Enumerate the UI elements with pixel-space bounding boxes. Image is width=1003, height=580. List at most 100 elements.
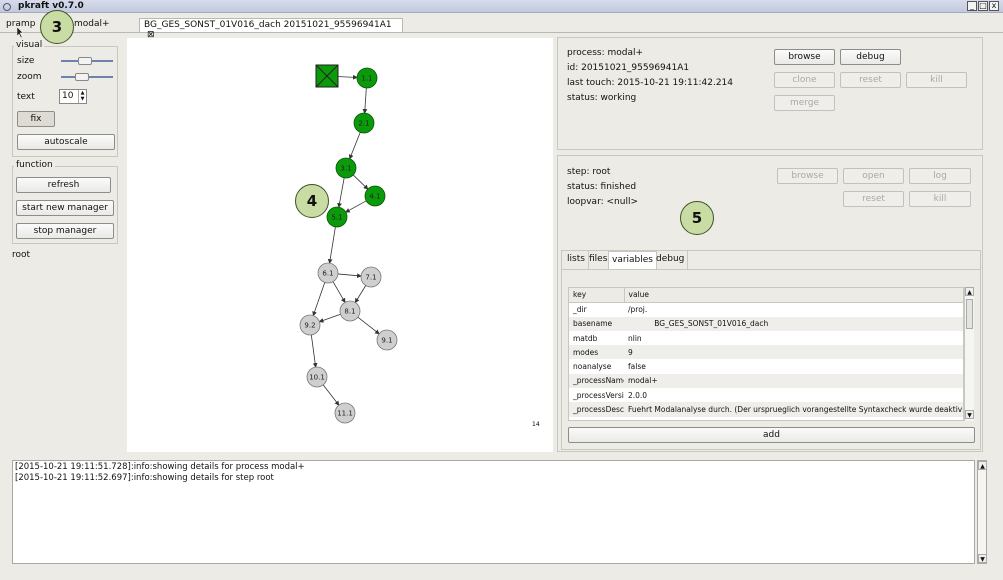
var-value: nlin [628, 333, 642, 343]
table-row[interactable]: _processDescriptionFuehrt Modalanalyse d… [569, 402, 963, 417]
selected-node-label: root [12, 250, 31, 260]
graph-edge [327, 226, 336, 264]
process-clone-button[interactable]: clone [774, 72, 835, 88]
table-row[interactable]: _processVersion 2.0.0 [569, 388, 963, 402]
log-scroll-up-icon[interactable]: ▲ [978, 461, 987, 470]
log-scrollbar[interactable]: ▲ ▼ [977, 460, 987, 564]
graph-node[interactable]: 3.1 [335, 157, 357, 179]
step-name: step: root [567, 167, 611, 177]
var-key: basename [569, 316, 624, 331]
step-open-button[interactable]: open [843, 168, 904, 184]
graph-node-label: 4.1 [369, 193, 380, 201]
add-variable-button[interactable]: add [568, 427, 975, 443]
var-value: 2.0.0 [628, 390, 648, 400]
graph-node[interactable]: 4.1 [364, 185, 386, 207]
graph-node[interactable]: 6.1 [317, 262, 339, 284]
step-reset-button[interactable]: reset [843, 191, 904, 207]
start-new-manager-button[interactable]: start new manager [16, 200, 114, 216]
step-browse-button[interactable]: browse [777, 168, 838, 184]
maximize-button[interactable]: □ [978, 1, 988, 11]
step-log-button[interactable]: log [909, 168, 971, 184]
process-tab-bar: pramp modal+ BG_GES_SONST_01V016_dach 20… [0, 16, 1003, 40]
graph-node-label: 5.1 [331, 214, 342, 222]
table-row[interactable]: _dir/proj. [569, 302, 963, 316]
column-header-value[interactable]: value [624, 288, 963, 303]
refresh-button[interactable]: refresh [16, 177, 111, 193]
graph-node-label: 6.1 [322, 270, 333, 278]
graph-node-label: 9.1 [381, 337, 392, 345]
graph-node[interactable]: 2.1 [353, 112, 375, 134]
table-row[interactable]: modes 9 [569, 345, 963, 360]
autoscale-button[interactable]: autoscale [17, 134, 115, 150]
process-merge-button[interactable]: merge [774, 95, 835, 111]
fix-button[interactable]: fix [17, 111, 55, 127]
graph-corner-label: 14 [532, 421, 540, 428]
tab-instance[interactable]: BG_GES_SONST_01V016_dach 20151021_955969… [139, 18, 403, 40]
scroll-up-icon[interactable]: ▲ [965, 287, 974, 296]
annotation-marker-4: 4 [295, 184, 329, 218]
table-row[interactable]: matdb nlin [569, 331, 963, 345]
graph-node[interactable]: 8.1 [339, 300, 361, 322]
tab-modal-plus[interactable]: modal+ [70, 18, 114, 32]
size-slider-knob[interactable] [78, 57, 93, 65]
log-output[interactable]: [2015-10-21 19:11:51.728]:info:showing d… [12, 460, 975, 564]
table-row[interactable]: noanalyse false [569, 359, 963, 373]
graph-node[interactable]: 9.2 [299, 314, 321, 336]
graph-node[interactable]: 5.1 [326, 206, 348, 228]
log-scroll-down-icon[interactable]: ▼ [978, 554, 987, 563]
spinner-arrows-icon[interactable]: ▲ ▼ [78, 90, 86, 103]
process-browse-button[interactable]: browse [774, 49, 835, 65]
process-graph[interactable]: 1.1 2.1 3.1 4.1 5.1 6.1 7.1 8.1 9.2 9.1 10.1 11.1 1… [127, 38, 553, 452]
tab-debug[interactable]: debug [653, 251, 689, 269]
graph-edge [318, 313, 341, 323]
process-details-panel: process: modal+ id: 20151021_95596941A1 … [557, 37, 983, 150]
app-icon [3, 3, 11, 11]
close-window-button[interactable]: x [989, 1, 999, 11]
step-tab-container: lists files variables debug key value _d… [561, 250, 981, 450]
table-row[interactable]: basename BG_GES_SONST_01V016_dach [569, 316, 963, 331]
graph-node-label: 9.2 [304, 322, 315, 330]
text-size-label: text [17, 92, 35, 102]
process-name: process: modal+ [567, 48, 644, 58]
function-group-label: function [14, 160, 55, 170]
process-reset-button[interactable]: reset [840, 72, 901, 88]
step-kill-button[interactable]: kill [909, 191, 971, 207]
graph-edge [337, 177, 345, 208]
column-header-key[interactable]: key [569, 288, 625, 303]
var-value: 9 [624, 345, 963, 360]
text-size-value: 10 [62, 91, 74, 101]
minimize-button[interactable]: _ [967, 1, 977, 11]
tab-variables[interactable]: variables [608, 251, 657, 269]
graph-node[interactable]: 10.1 [306, 366, 328, 388]
stop-manager-button[interactable]: stop manager [16, 223, 114, 239]
graph-root-node[interactable] [315, 64, 339, 88]
process-kill-button[interactable]: kill [906, 72, 967, 88]
graph-node[interactable]: 11.1 [334, 402, 356, 424]
process-debug-button[interactable]: debug [840, 49, 901, 65]
graph-node[interactable]: 9.1 [376, 329, 398, 351]
graph-edge [337, 273, 362, 279]
zoom-slider-knob[interactable] [75, 73, 90, 81]
window-title: pkraft v0.7.0 [18, 1, 84, 11]
process-graph-canvas[interactable]: 1.1 2.1 3.1 4.1 5.1 6.1 7.1 8.1 9.2 9.1 10.1 11.1 1… [127, 38, 553, 452]
variables-tab-panel: key value _dir/proj. basename BG_GES_SON… [562, 269, 980, 449]
annotation-marker-3: 3 [40, 10, 74, 44]
zoom-label: zoom [17, 72, 42, 82]
graph-edge [357, 316, 380, 335]
var-value: Fuehrt Modalanalyse durch. (Der ursprueg… [624, 402, 963, 417]
graph-edge [345, 200, 367, 213]
table-row[interactable]: _processName modal+ [569, 373, 963, 389]
graph-node[interactable]: 1.1 [356, 67, 378, 89]
graph-edge [332, 281, 346, 304]
graph-edge [310, 334, 318, 368]
scroll-down-icon[interactable]: ▼ [965, 410, 974, 419]
var-value: modal+ [624, 373, 963, 389]
text-size-spinner[interactable]: 10 ▲ ▼ [59, 89, 87, 104]
variables-scrollbar[interactable]: ▲ ▼ [964, 287, 974, 421]
graph-node-label: 8.1 [344, 308, 355, 316]
variables-scroll-thumb[interactable] [966, 299, 973, 329]
graph-node[interactable]: 7.1 [360, 266, 382, 288]
variables-table-wrap[interactable]: key value _dir/proj. basename BG_GES_SON… [568, 287, 964, 421]
log-line: [2015-10-21 19:11:51.728]:info:showing d… [15, 462, 305, 472]
mouse-cursor-icon [17, 27, 24, 38]
